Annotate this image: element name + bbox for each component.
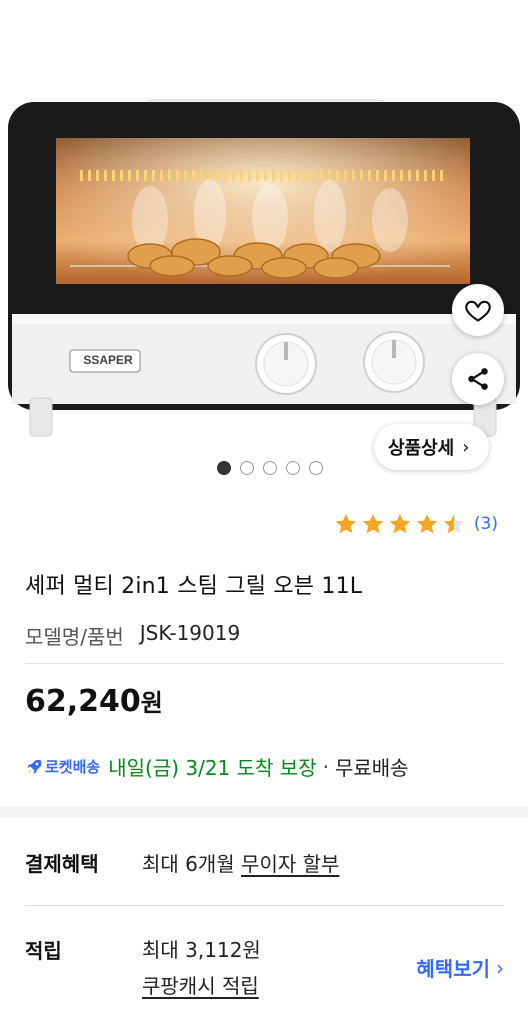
star-full-icon [389,514,411,534]
carousel-dot[interactable] [217,461,231,475]
product-title: 셰퍼 멀티 2in1 스팀 그릴 오븐 11L [25,574,363,599]
star-half-icon [443,514,465,534]
payment-benefit-label: 결제혜택 [25,852,99,876]
star-full-icon [362,514,384,534]
price-number: 62,240 [25,684,141,719]
heart-icon [465,300,491,322]
carousel-indicator [0,461,528,475]
share-button[interactable] [452,353,504,405]
divider [25,663,504,664]
rating[interactable]: (3) [334,512,498,536]
star-full-icon [416,514,438,534]
price: 62,240원 [25,683,163,719]
section-divider [0,806,528,818]
model-info: 모델명/품번 JSK-19019 [25,621,240,650]
divider [25,905,504,906]
brand-label: SSAPER [83,353,133,367]
interest-free-link[interactable]: 무이자 할부 [241,852,339,876]
carousel-dot[interactable] [263,461,277,475]
arrival-guarantee: 내일(금) 3/21 도착 보장 [108,756,317,780]
model-label: 모델명/품번 [25,625,124,649]
coupang-cash-link[interactable]: 쿠팡캐시 적립 [142,970,259,999]
delivery-info: 로켓배송 내일(금) 3/21 도착 보장 · 무료배송 [25,752,409,781]
points-label: 적립 [25,939,62,963]
installment-prefix: 최대 6개월 [142,852,235,876]
payment-benefit-value: 최대 6개월 무이자 할부 [142,848,339,877]
see-benefits-button[interactable]: 혜택보기 › [416,953,504,982]
rocket-delivery-label: 로켓배송 [45,758,101,776]
points-max: 최대 3,112원 [142,938,261,962]
product-detail-label: 상품상세 [388,438,455,459]
rocket-icon [27,759,42,774]
model-value: JSK-19019 [139,621,241,645]
separator: · [322,754,329,779]
share-icon [468,368,488,390]
product-image [8,99,520,437]
free-shipping: 무료배송 [334,756,409,780]
product-image-carousel[interactable]: SSAPER 상품상세 › [0,0,528,500]
carousel-dot[interactable] [286,461,300,475]
see-benefits-label: 혜택보기 [416,957,490,981]
rocket-delivery-badge: 로켓배송 [25,756,100,777]
carousel-dot[interactable] [240,461,254,475]
chevron-right-icon: › [496,955,504,980]
chevron-right-icon: › [462,436,470,458]
wishlist-button[interactable] [452,284,504,336]
carousel-dot[interactable] [309,461,323,475]
star-full-icon [335,514,357,534]
price-unit: 원 [140,689,163,717]
rating-count[interactable]: (3) [474,514,498,534]
